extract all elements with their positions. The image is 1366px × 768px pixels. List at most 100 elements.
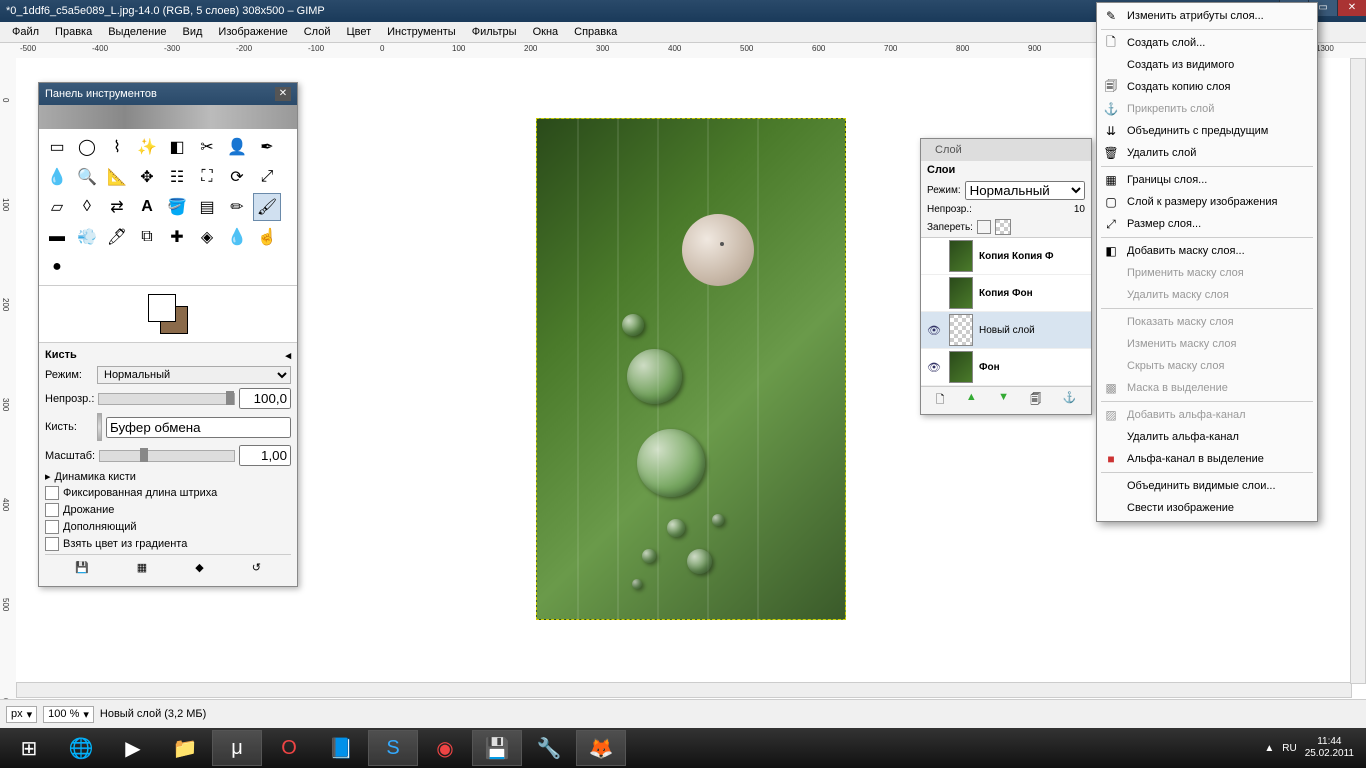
wand-tool[interactable]: ✨ (133, 133, 161, 161)
lasso-tool[interactable]: ⌇ (103, 133, 131, 161)
context-menu-item[interactable]: Создать из видимого (1097, 54, 1317, 76)
opacity-value[interactable] (239, 388, 291, 409)
visibility-eye-icon[interactable]: 👁 (925, 324, 943, 337)
text-tool[interactable]: A (133, 193, 161, 221)
pencil-tool[interactable]: ✏ (223, 193, 251, 221)
taskbar-ie-icon[interactable]: 🌐 (56, 730, 106, 766)
ink-tool[interactable]: 🖊 (103, 223, 131, 251)
color-select-tool[interactable]: ◧ (163, 133, 191, 161)
tray-clock[interactable]: 11:44 25.02.2011 (1305, 736, 1354, 760)
brush-thumbnail[interactable] (97, 413, 102, 441)
flip-tool[interactable]: ⇄ (103, 193, 131, 221)
shear-tool[interactable]: ▱ (43, 193, 71, 221)
context-menu-item[interactable]: ▦Границы слоя... (1097, 169, 1317, 191)
menu-color[interactable]: Цвет (338, 23, 379, 41)
context-menu-item[interactable]: ✎Изменить атрибуты слоя... (1097, 5, 1317, 27)
zoom-tool[interactable]: 🔍 (73, 163, 101, 191)
layer-name[interactable]: Копия Фон (979, 288, 1033, 299)
taskbar-skype-icon[interactable]: S (368, 730, 418, 766)
new-layer-icon[interactable]: 🗋 (936, 391, 945, 410)
mode-select[interactable]: Нормальный (97, 366, 291, 384)
scale-slider[interactable] (99, 450, 235, 462)
delete-options-icon[interactable]: ◆ (195, 561, 203, 574)
tray-flag-icon[interactable]: ▲ (1264, 743, 1274, 754)
align-tool[interactable]: ☷ (163, 163, 191, 191)
foreground-select-tool[interactable]: 👤 (223, 133, 251, 161)
taskbar-tool-icon[interactable]: 🔧 (524, 730, 574, 766)
context-menu-item[interactable]: Объединить видимые слои... (1097, 475, 1317, 497)
restore-options-icon[interactable]: ▦ (137, 561, 147, 574)
taskbar-notes-icon[interactable]: 📘 (316, 730, 366, 766)
lower-layer-icon[interactable]: ▼ (998, 391, 1009, 410)
taskbar-app-icon[interactable]: ◉ (420, 730, 470, 766)
perspective-clone-tool[interactable]: ◈ (193, 223, 221, 251)
duplicate-layer-icon[interactable]: 🗐 (1030, 391, 1041, 410)
menu-tools[interactable]: Инструменты (379, 23, 464, 41)
menu-layer[interactable]: Слой (296, 23, 339, 41)
fg-color-swatch[interactable] (148, 294, 176, 322)
context-menu-item[interactable]: 🗑Удалить слой (1097, 142, 1317, 164)
paths-tool[interactable]: ✒ (253, 133, 281, 161)
start-button[interactable]: ⊞ (4, 730, 54, 766)
layer-row[interactable]: Копия Фон (921, 275, 1091, 312)
zoom-select[interactable]: 100 % ▾ (43, 706, 94, 723)
brush-name[interactable] (106, 417, 291, 438)
context-menu-item[interactable]: ▢Слой к размеру изображения (1097, 191, 1317, 213)
check-jitter[interactable] (45, 503, 59, 517)
close-button[interactable]: ✕ (1337, 0, 1366, 16)
heal-tool[interactable]: ✚ (163, 223, 191, 251)
smudge-tool[interactable]: ☝ (253, 223, 281, 251)
anchor-layer-icon[interactable]: ⚓ (1063, 391, 1077, 410)
save-options-icon[interactable]: 💾 (75, 561, 89, 574)
scrollbar-vertical[interactable] (1350, 58, 1366, 684)
scissors-tool[interactable]: ✂ (193, 133, 221, 161)
layer-name[interactable]: Фон (979, 362, 1000, 373)
context-menu-item[interactable]: ⇊Объединить с предыдущим (1097, 120, 1317, 142)
taskbar-explorer-icon[interactable]: 📁 (160, 730, 210, 766)
scale-value[interactable] (239, 445, 291, 466)
context-menu-item[interactable]: ◧Добавить маску слоя... (1097, 240, 1317, 262)
scale-tool[interactable]: ⤢ (253, 163, 281, 191)
context-menu-item[interactable]: ⤢Размер слоя... (1097, 213, 1317, 235)
layer-mode-select[interactable]: Нормальный (965, 181, 1085, 200)
options-menu-icon[interactable]: ◂ (285, 349, 291, 362)
layer-row[interactable]: Копия Копия Ф (921, 238, 1091, 275)
layer-row[interactable]: 👁 Новый слой (921, 312, 1091, 349)
lock-pixels-check[interactable] (977, 220, 991, 234)
reset-options-icon[interactable]: ↺ (252, 561, 261, 574)
brush-tool[interactable]: 🖌 (253, 193, 281, 221)
bucket-tool[interactable]: 🪣 (163, 193, 191, 221)
menu-view[interactable]: Вид (175, 23, 211, 41)
context-menu-item[interactable]: Удалить альфа-канал (1097, 426, 1317, 448)
taskbar-wmp-icon[interactable]: ▶ (108, 730, 158, 766)
perspective-tool[interactable]: ◊ (73, 193, 101, 221)
eraser-tool[interactable]: ▬ (43, 223, 71, 251)
visibility-eye-icon[interactable]: 👁 (925, 361, 943, 374)
unit-select[interactable]: px ▾ (6, 706, 37, 723)
context-menu-item[interactable]: ■Альфа-канал в выделение (1097, 448, 1317, 470)
toolbox-close-icon[interactable]: ✕ (275, 87, 291, 101)
move-tool[interactable]: ✥ (133, 163, 161, 191)
context-menu-item[interactable]: 🗐Создать копию слоя (1097, 76, 1317, 98)
menu-edit[interactable]: Правка (47, 23, 100, 41)
eyedropper-tool[interactable]: 💧 (43, 163, 71, 191)
rotate-tool[interactable]: ⟳ (223, 163, 251, 191)
opacity-slider[interactable] (98, 393, 235, 405)
taskbar-save-icon[interactable]: 💾 (472, 730, 522, 766)
taskbar-gimp-icon[interactable]: 🦊 (576, 730, 626, 766)
airbrush-tool[interactable]: 💨 (73, 223, 101, 251)
menu-help[interactable]: Справка (566, 23, 625, 41)
clone-tool[interactable]: ⧉ (133, 223, 161, 251)
ellipse-select-tool[interactable]: ◯ (73, 133, 101, 161)
brush-dynamics-expander[interactable]: ▸ Динамика кисти (45, 470, 291, 483)
context-menu-item[interactable]: Свести изображение (1097, 497, 1317, 519)
menu-file[interactable]: Файл (4, 23, 47, 41)
check-fixed-length[interactable] (45, 486, 59, 500)
dodge-tool[interactable]: ● (43, 253, 71, 281)
toolbox-titlebar[interactable]: Панель инструментов ✕ (39, 83, 297, 105)
layer-name[interactable]: Новый слой (979, 325, 1035, 336)
lock-alpha-icon[interactable] (995, 219, 1011, 235)
crop-tool[interactable]: ⛶ (193, 163, 221, 191)
rect-select-tool[interactable]: ▭ (43, 133, 71, 161)
measure-tool[interactable]: 📐 (103, 163, 131, 191)
